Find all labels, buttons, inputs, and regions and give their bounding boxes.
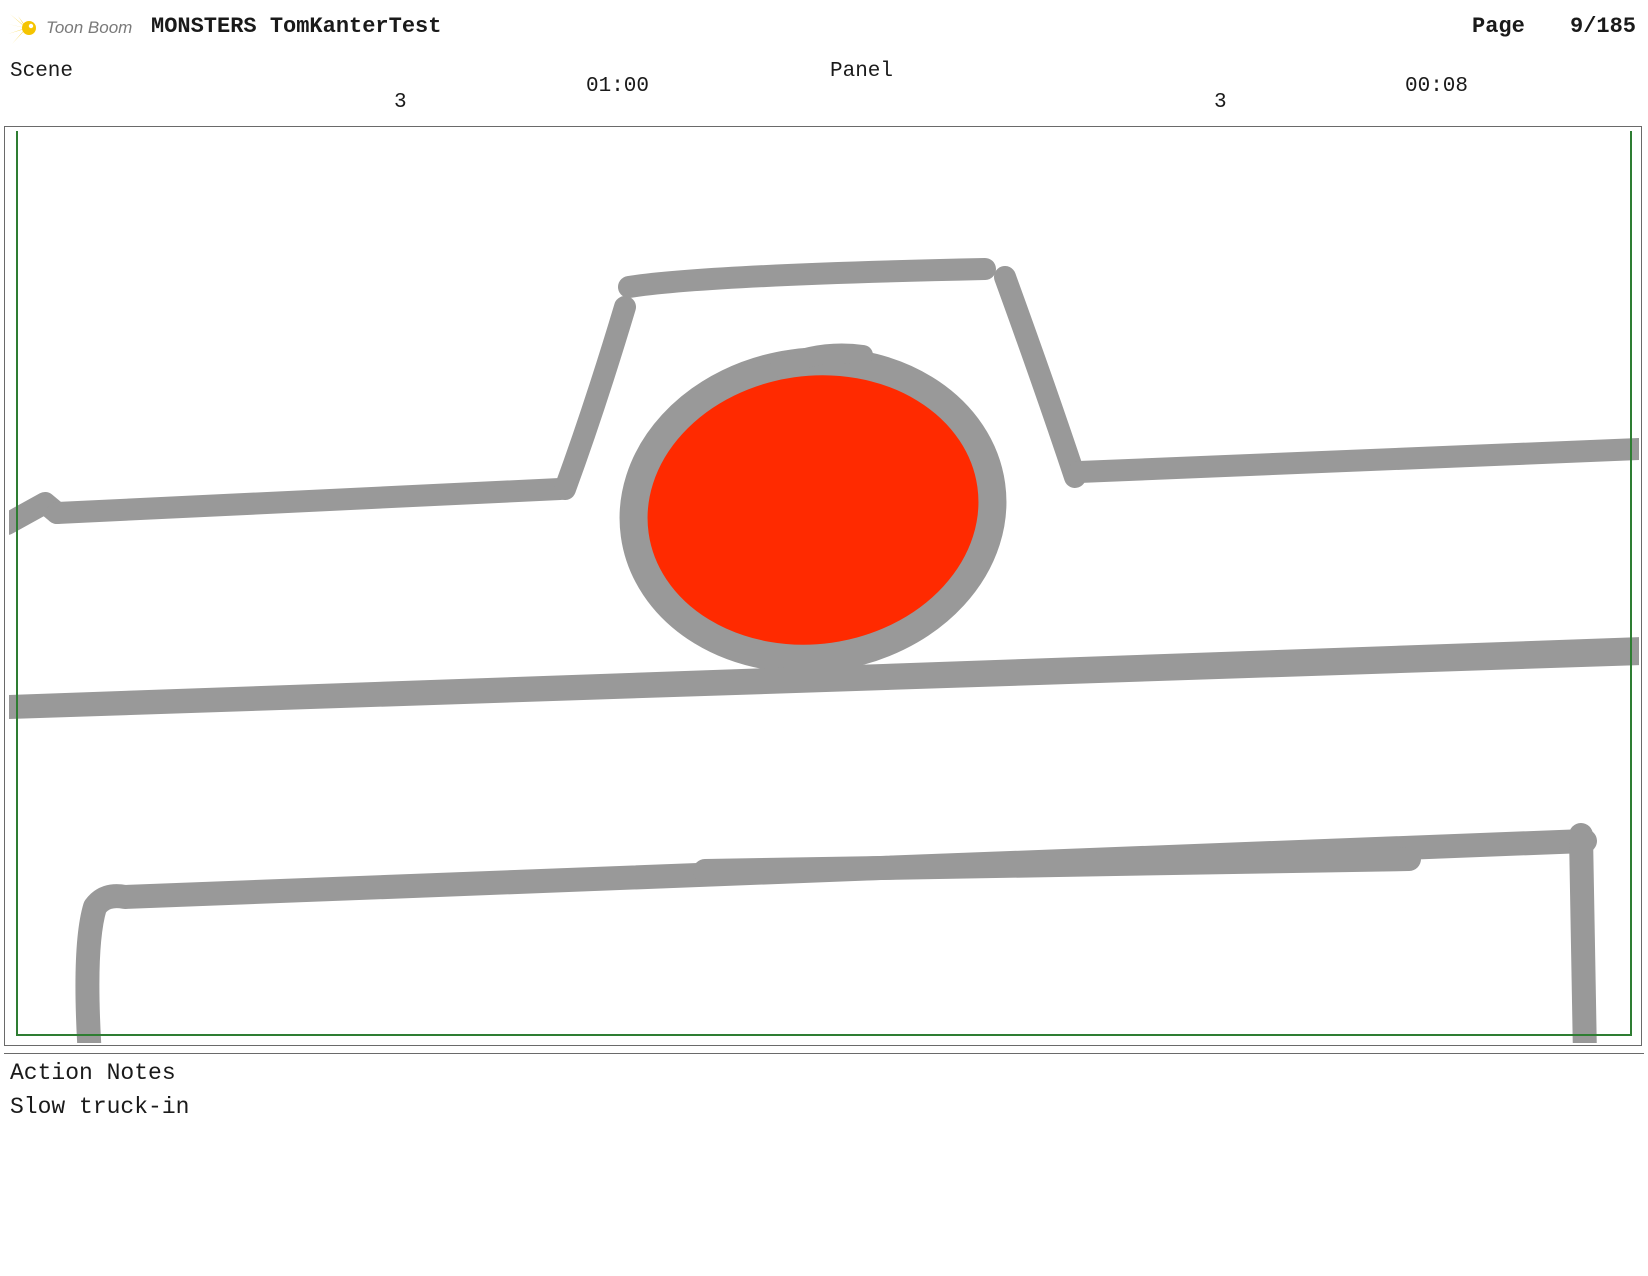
brand-name: Toon Boom [46,18,133,37]
lower-frame-strokes [75,823,1597,1043]
panel-label: Panel [830,60,894,83]
page-label: Page [1472,14,1525,39]
panel-sketch [9,131,1639,1043]
scene-duration: 01:00 [586,75,650,98]
panel-number: 3 [1214,91,1227,114]
action-notes-title: Action Notes [10,1060,176,1086]
page-number: 9/185 [1570,14,1637,39]
panel-duration: 00:08 [1405,75,1469,98]
scene-label: Scene [10,60,74,83]
toon-boom-logo: Toon Boom [8,10,138,46]
project-title: MONSTERS TomKanterTest [151,14,442,39]
starburst-icon [8,14,36,44]
storyboard-panel [4,126,1642,1046]
action-notes-text: Slow truck-in [10,1094,190,1120]
scene-number: 3 [394,91,407,114]
notes-divider [4,1053,1644,1054]
